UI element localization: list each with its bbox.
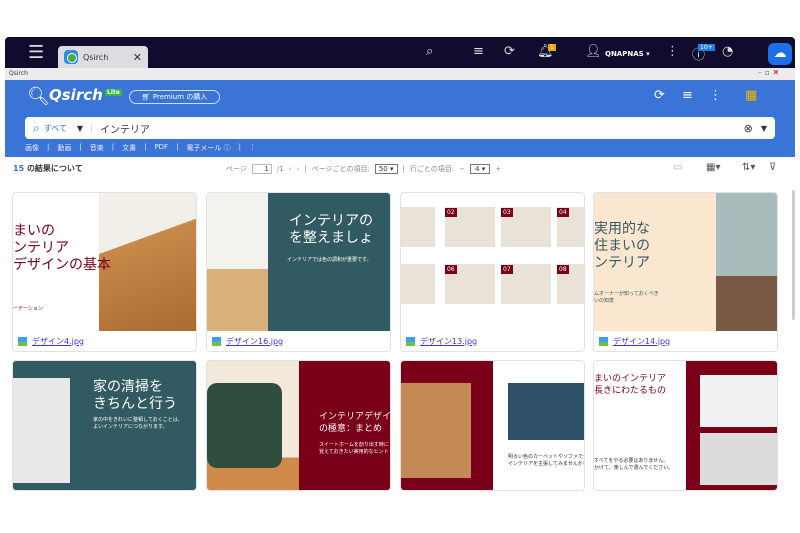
filter-pdf[interactable]: PDF xyxy=(154,143,168,153)
filter-icon[interactable]: ⊽ xyxy=(769,162,776,173)
thumbnail-tile xyxy=(401,264,435,304)
thumbnail-tile: 06 xyxy=(445,264,495,304)
apps-icon[interactable]: ▦ xyxy=(745,88,757,103)
close-tab-icon[interactable]: ✕ xyxy=(133,51,142,64)
result-card[interactable]: インテリアデザイ の極意：まとめ スイートホームを創り出す時に 覚えておきたい実… xyxy=(206,360,391,491)
result-card[interactable]: 家の清掃を きちんと行う 家の中をきれいに整頓しておくことは、 よいインテリアに… xyxy=(12,360,197,491)
thumbnail-tile: 04 xyxy=(557,207,584,247)
premium-button[interactable]: 🛒︎ Premium の購入 xyxy=(129,90,220,104)
increase-per-row[interactable]: + xyxy=(495,165,501,173)
more-filters-icon[interactable]: ⋮ xyxy=(249,143,256,153)
more-options-icon[interactable]: ⋮ xyxy=(709,88,722,103)
archive-icon[interactable]: ▭ xyxy=(673,162,682,173)
search-input[interactable]: インテリア xyxy=(100,121,744,136)
tile-number: 02 xyxy=(445,208,457,217)
result-card[interactable]: まいのインテリア 長きにわたるもの すべてをやる必要はありません。 かけて、楽し… xyxy=(593,360,778,491)
task-stack-icon[interactable]: ≡ xyxy=(473,44,484,59)
per-row-select[interactable]: 4 ▾ xyxy=(470,164,491,174)
result-card[interactable]: 明るい色のカーペットやソファで大胆に インテリアを主張してみませんか? xyxy=(400,360,585,491)
filter-documents[interactable]: 文書 xyxy=(122,143,136,153)
refresh-icon[interactable]: ⟳ xyxy=(654,88,665,103)
user-icon[interactable]: 👤︎ xyxy=(585,44,602,59)
update-badge: 10+ xyxy=(698,44,715,51)
filter-images[interactable]: 画像 xyxy=(25,143,39,153)
tile-number: 07 xyxy=(501,265,513,274)
scrollbar[interactable] xyxy=(792,190,795,320)
file-link[interactable]: デザイン16.jpg xyxy=(226,336,283,347)
image-file-icon xyxy=(18,336,27,346)
result-card[interactable]: インテリアの を整えましょ インテリアでは色の調和が重要です。 デザイン16.j… xyxy=(206,192,391,352)
qsirch-logo-icon: 🔍︎ xyxy=(27,86,50,107)
type-filters: 画像 | 動画 | 音楽 | 文書 | PDF | 電子メール ⓘ | ⋮ xyxy=(25,143,257,153)
tile-number: 08 xyxy=(557,265,569,274)
edition-badge: Lite xyxy=(105,89,122,96)
prev-page-icon[interactable]: ‹ xyxy=(289,165,292,173)
filter-videos[interactable]: 動画 xyxy=(57,143,71,153)
brand-name: Qsirch xyxy=(49,86,103,104)
qsirch-app-icon xyxy=(64,50,78,64)
result-card[interactable]: まいの ンテリア デザインの基本 ーテーション デザイン4.jpg xyxy=(12,192,197,352)
search-options-icon[interactable]: ▼ xyxy=(761,124,767,133)
window-controls[interactable]: – ▫ ✕ xyxy=(758,68,779,77)
file-link[interactable]: デザイン4.jpg xyxy=(32,336,84,347)
more-icon[interactable]: ⋮ xyxy=(666,44,679,59)
window-title: Qsirch xyxy=(5,68,795,80)
user-menu[interactable]: QNAPNAS ▾ xyxy=(605,50,650,58)
thumbnail-tile: 03 xyxy=(501,207,551,247)
filter-email[interactable]: 電子メール ⓘ xyxy=(186,143,230,153)
search-icon[interactable]: ⌕ xyxy=(426,44,433,59)
grid-view-icon[interactable]: ▦▾ xyxy=(706,162,720,173)
tile-number: 03 xyxy=(501,208,513,217)
sort-icon[interactable]: ⇅▾ xyxy=(742,162,755,173)
search-scope-select[interactable]: すべて xyxy=(44,123,67,134)
notification-badge: 1 xyxy=(548,44,556,51)
result-card[interactable]: 実用的な 住まいの ンテリア ムオーナーが知っておくべき いの知恵 デザイン14… xyxy=(593,192,778,352)
result-card[interactable]: 02 03 04 06 07 08 デザイン13.jpg xyxy=(400,192,585,352)
tab-qsirch[interactable]: Qsirch ✕ xyxy=(58,46,148,68)
per-page-select[interactable]: 50 ▾ xyxy=(374,164,398,174)
dashboard-icon[interactable]: ◔ xyxy=(722,44,733,59)
search-bar: ⌕ すべて ▼ インテリア ⊗ ▼ xyxy=(25,117,775,139)
filter-music[interactable]: 音楽 xyxy=(90,143,104,153)
file-link[interactable]: デザイン13.jpg xyxy=(420,336,477,347)
sync-icon[interactable]: ⟳ xyxy=(504,44,515,59)
search-icon: ⌕ xyxy=(33,120,40,135)
next-page-icon[interactable]: › xyxy=(297,165,300,173)
scope-dropdown-icon[interactable]: ▼ xyxy=(77,123,93,133)
clear-search-icon[interactable]: ⊗ xyxy=(744,122,753,135)
pagination: ページ 1 /1 ‹ › | ページごとの項目: 50 ▾ | 行ごとの項目: − 4… xyxy=(226,164,502,174)
thumbnail-tile xyxy=(401,207,435,247)
decrease-per-row[interactable]: − xyxy=(459,165,465,173)
tile-number: 04 xyxy=(557,208,569,217)
thumbnail-tile: 02 xyxy=(445,207,495,247)
image-file-icon xyxy=(599,336,608,346)
cloud-icon[interactable]: ☁ xyxy=(768,43,792,65)
page-input[interactable]: 1 xyxy=(251,164,272,174)
thumbnail-tile: 08 xyxy=(557,264,584,304)
thumbnail-tile: 07 xyxy=(501,264,551,304)
image-file-icon xyxy=(212,336,221,346)
file-link[interactable]: デザイン14.jpg xyxy=(613,336,670,347)
task-icon[interactable]: ≡ xyxy=(682,88,693,103)
tile-number: 06 xyxy=(445,265,457,274)
image-file-icon xyxy=(406,336,415,346)
menu-icon[interactable]: ☰ xyxy=(28,42,44,63)
result-count: 15 の結果について xyxy=(13,164,83,173)
